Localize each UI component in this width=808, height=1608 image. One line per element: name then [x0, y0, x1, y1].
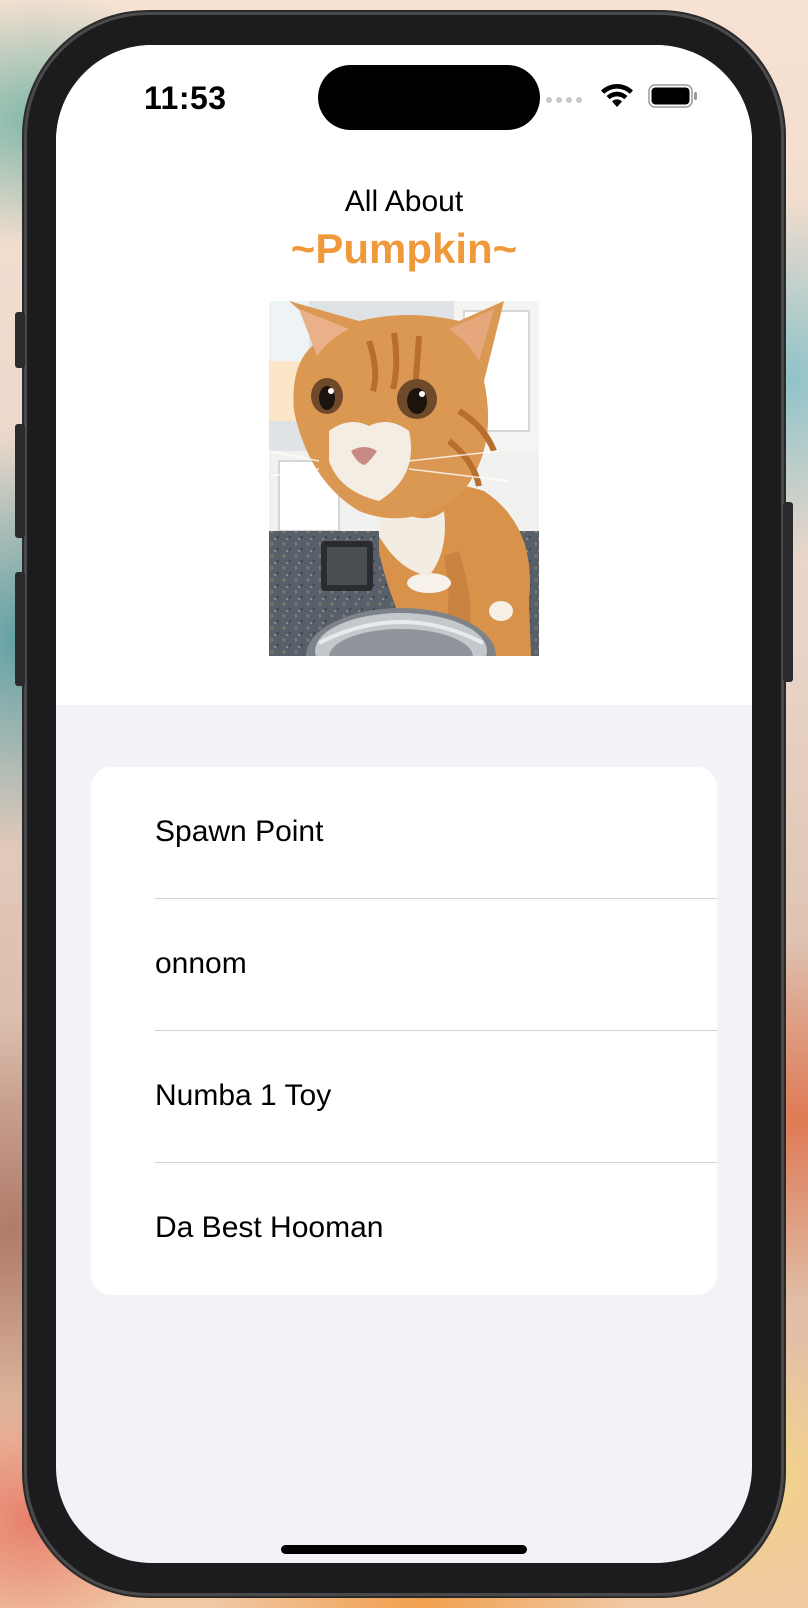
list-item-numba-1-toy[interactable]: Numba 1 Toy [91, 1031, 717, 1163]
volume-down-button [15, 572, 25, 686]
list-item-label: Da Best Hooman [155, 1211, 384, 1244]
battery-icon [648, 84, 697, 108]
info-list: Spawn Point onnom Numba 1 Toy Da Best Ho… [91, 767, 717, 1295]
power-button [783, 502, 793, 682]
list-item-onnom[interactable]: onnom [91, 899, 717, 1031]
home-indicator[interactable] [281, 1545, 527, 1554]
list-item-label: Spawn Point [155, 815, 324, 848]
volume-up-button [15, 424, 25, 538]
list-item-spawn-point[interactable]: Spawn Point [91, 767, 717, 899]
page-title: ~Pumpkin~ [290, 225, 518, 272]
list-item-label: Numba 1 Toy [155, 1079, 332, 1112]
phone-frame: 11:53 All About ~Pumpkin~ Spawn Point on… [15, 12, 793, 1596]
page-subtitle: All About [344, 185, 464, 218]
app-screen: 11:53 All About ~Pumpkin~ Spawn Point on… [56, 45, 752, 1563]
list-item-da-best-hooman[interactable]: Da Best Hooman [91, 1163, 717, 1295]
dynamic-island [318, 65, 540, 130]
status-time: 11:53 [144, 80, 227, 116]
cellular-signal-icon [546, 97, 582, 103]
wifi-icon [601, 84, 633, 107]
cat-photo [269, 301, 539, 656]
action-button [15, 312, 25, 368]
header-section: 11:53 All About ~Pumpkin~ [56, 45, 752, 705]
list-item-label: onnom [155, 947, 247, 980]
